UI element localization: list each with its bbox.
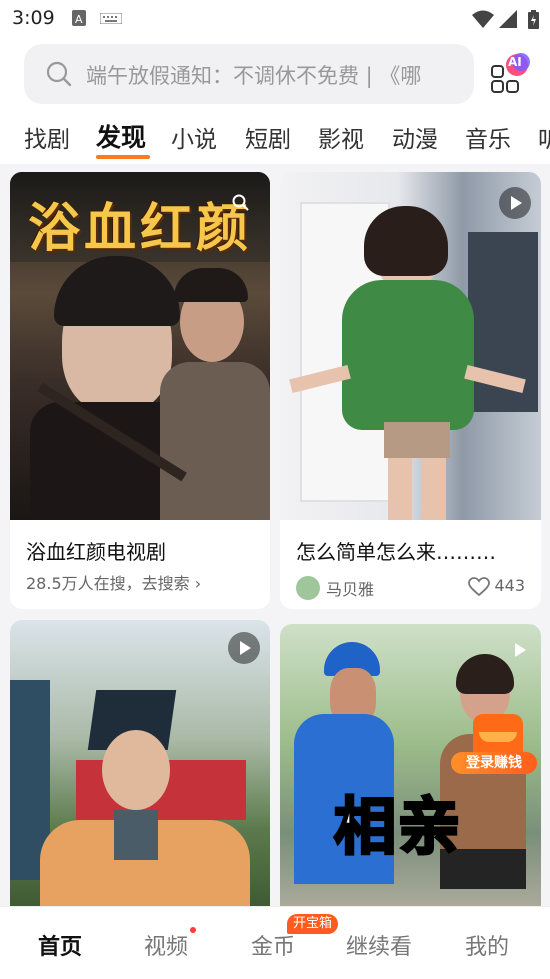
keyboard-notification-icon: A	[72, 10, 86, 26]
author-name[interactable]: 马贝雅	[326, 576, 374, 600]
nav-home[interactable]: 首页	[38, 929, 82, 961]
open-chest-badge[interactable]: 开宝箱	[287, 914, 339, 934]
ai-label: AI	[508, 55, 522, 69]
feed-card-video-3[interactable]	[10, 620, 270, 906]
like-icon[interactable]	[468, 577, 490, 597]
ai-apps-button[interactable]: AI	[488, 52, 534, 98]
video-thumbnail[interactable]	[280, 172, 541, 520]
battery-icon	[528, 10, 539, 29]
video-caption: 相亲	[332, 789, 463, 865]
tab-music[interactable]: 音乐	[465, 120, 511, 154]
tab-anime[interactable]: 动漫	[392, 120, 438, 154]
poster-search-icon	[232, 194, 249, 211]
play-icon	[499, 187, 531, 219]
nav-continue-watching[interactable]: 继续看	[346, 929, 412, 961]
tab-discover[interactable]: 发现	[96, 118, 146, 154]
like-count: 443	[494, 576, 525, 595]
svg-text:A: A	[75, 13, 83, 26]
tab-listen[interactable]: 听	[538, 120, 550, 154]
search-placeholder[interactable]: 端午放假通知：不调休不免费 | 《哪	[86, 60, 456, 90]
signal-icon	[499, 10, 517, 28]
bottom-nav: 首页 视频 金币 继续看 我的	[0, 906, 550, 979]
active-tab-indicator	[96, 155, 150, 159]
feed-card-video-4[interactable]: 相亲 登录赚钱	[280, 624, 541, 906]
drama-poster[interactable]: 浴血红颜	[10, 172, 270, 520]
discover-feed[interactable]: 浴血红颜 浴血红颜电视剧 28.5万人在搜，去搜索 › 怎么简单怎么来……… 马…	[0, 164, 550, 906]
video-thumbnail-3[interactable]	[10, 620, 270, 906]
play-icon	[228, 632, 260, 664]
tab-film-tv[interactable]: 影视	[318, 120, 364, 154]
poster-title: 浴血红颜	[28, 198, 253, 259]
tab-short-drama[interactable]: 短剧	[245, 120, 291, 154]
search-bar[interactable]: 端午放假通知：不调休不免费 | 《哪	[24, 44, 474, 104]
drama-title[interactable]: 浴血红颜电视剧	[26, 536, 166, 565]
status-time: 3:09	[12, 7, 55, 29]
video-notification-dot	[190, 927, 196, 933]
video-thumbnail-4[interactable]: 相亲 登录赚钱	[280, 624, 541, 906]
play-icon	[515, 643, 526, 657]
drama-search-hint[interactable]: 28.5万人在搜，去搜索 ›	[26, 570, 201, 594]
tab-novel[interactable]: 小说	[171, 120, 217, 154]
nav-mine[interactable]: 我的	[465, 929, 509, 961]
feed-card-video[interactable]: 怎么简单怎么来……… 马贝雅 443	[280, 172, 541, 609]
category-tabs: 找剧 发现 小说 短剧 影视 动漫 音乐 听	[0, 112, 550, 164]
video-title[interactable]: 怎么简单怎么来………	[296, 536, 496, 565]
status-bar: 3:09 A	[0, 0, 550, 38]
keyboard-icon	[100, 13, 122, 24]
author-avatar[interactable]	[296, 576, 320, 600]
wifi-icon	[472, 10, 494, 28]
nav-video[interactable]: 视频	[144, 929, 188, 961]
tab-find-drama[interactable]: 找剧	[24, 120, 70, 154]
login-bonus-label[interactable]: 登录赚钱	[451, 752, 537, 774]
search-icon	[46, 61, 72, 87]
feed-card-drama[interactable]: 浴血红颜 浴血红颜电视剧 28.5万人在搜，去搜索 ›	[10, 172, 270, 609]
login-bonus-widget[interactable]: 登录赚钱	[451, 714, 537, 786]
